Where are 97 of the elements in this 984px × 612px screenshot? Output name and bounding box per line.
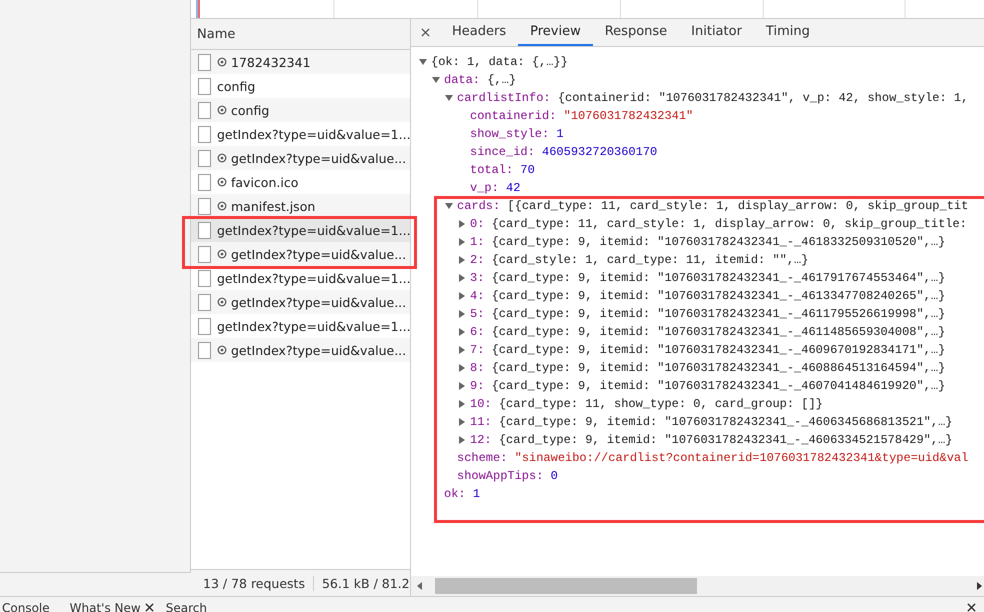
collapsed-icon[interactable] xyxy=(458,400,466,408)
request-row[interactable]: getIndex?type=uid&value=1... xyxy=(191,122,410,146)
request-name: getIndex?type=uid&value=1... xyxy=(217,222,411,238)
tab[interactable]: Timing xyxy=(754,19,822,46)
collapsed-icon[interactable] xyxy=(458,238,466,246)
tree-value: showAppTips: 0 xyxy=(457,469,558,483)
file-icon xyxy=(198,246,211,262)
file-icon xyxy=(198,126,211,142)
tab[interactable]: Initiator xyxy=(679,19,754,46)
file-icon xyxy=(198,318,211,334)
tab[interactable]: Preview xyxy=(518,19,593,46)
collapsed-icon[interactable] xyxy=(458,328,466,336)
file-icon xyxy=(198,270,211,286)
request-name: getIndex?type=uid&value=1... xyxy=(217,126,411,142)
tree-value: show_style: 1 xyxy=(470,127,564,141)
request-name: getIndex?type=uid&value=1... xyxy=(217,318,411,334)
scrollbar-thumb[interactable] xyxy=(435,578,697,594)
drawer-tab[interactable]: Console xyxy=(0,600,60,612)
collapsed-icon[interactable] xyxy=(458,220,466,228)
request-name: getIndex?type=uid&value... xyxy=(231,294,406,310)
tree-node[interactable]: 9: {card_type: 9, itemid: "1076031782432341_-_4607041484619920",…} xyxy=(470,379,946,393)
request-row[interactable]: getIndex?type=uid&value=1... xyxy=(191,218,410,242)
file-icon xyxy=(198,102,211,118)
tree-value: ok: 1 xyxy=(444,487,480,501)
request-row[interactable]: config xyxy=(191,98,410,122)
file-icon xyxy=(198,150,211,166)
tree-node[interactable]: 8: {card_type: 9, itemid: "1076031782432341_-_4608864513164594",…} xyxy=(470,361,946,375)
tree-node[interactable]: 10: {card_type: 11, show_type: 0, card_group: []} xyxy=(470,397,823,411)
request-name: getIndex?type=uid&value=1... xyxy=(217,270,411,286)
tree-node[interactable]: 5: {card_type: 9, itemid: "1076031782432341_-_4611795526619998",…} xyxy=(470,307,946,321)
tab[interactable]: Headers xyxy=(440,19,518,46)
column-header[interactable]: Name xyxy=(197,26,236,42)
tree-node[interactable]: 12: {card_type: 9, itemid: "1076031782432341_-_4606334521578429",…} xyxy=(470,433,952,447)
file-icon xyxy=(198,54,211,70)
collapsed-icon[interactable] xyxy=(458,292,466,300)
tree-value: since_id: 4605932720360170 xyxy=(470,145,658,159)
request-name: favicon.ico xyxy=(231,174,298,190)
collapsed-icon[interactable] xyxy=(458,310,466,318)
request-name: config xyxy=(217,78,256,94)
request-name: getIndex?type=uid&value... xyxy=(231,150,406,166)
tree-node[interactable]: {ok: 1, data: {,…}} xyxy=(431,55,568,69)
tree-value: containerid: "1076031782432341" xyxy=(470,109,694,123)
close-icon[interactable] xyxy=(144,603,154,612)
request-row[interactable]: 1782432341 xyxy=(191,50,410,74)
collapsed-icon[interactable] xyxy=(458,382,466,390)
tree-node[interactable]: 2: {card_style: 1, card_type: 11, itemid: "",…} xyxy=(470,253,808,267)
request-row[interactable]: getIndex?type=uid&value... xyxy=(191,338,410,362)
file-icon xyxy=(198,342,211,358)
request-name: 1782432341 xyxy=(231,54,311,70)
file-icon xyxy=(198,78,211,94)
file-icon xyxy=(198,294,211,310)
tree-node[interactable]: 7: {card_type: 9, itemid: "1076031782432341_-_4609670192834171",…} xyxy=(470,343,946,357)
tree-node[interactable]: 1: {card_type: 9, itemid: "1076031782432341_-_4618332509310520",…} xyxy=(470,235,946,249)
tree-node[interactable]: 6: {card_type: 9, itemid: "1076031782432341_-_4611485659304008",…} xyxy=(470,325,946,339)
tree-value: scheme: "sinaweibo://cardlist?containerid=1076031782432341&type=uid&val xyxy=(457,451,968,465)
collapsed-icon[interactable] xyxy=(458,436,466,444)
request-row[interactable]: getIndex?type=uid&value... xyxy=(191,242,410,266)
file-icon xyxy=(198,222,211,238)
tree-node[interactable]: 3: {card_type: 9, itemid: "1076031782432341_-_4617917674553464",…} xyxy=(470,271,946,285)
request-row[interactable]: getIndex?type=uid&value=1... xyxy=(191,314,410,338)
expanded-icon[interactable] xyxy=(445,202,453,210)
tree-value: total: 70 xyxy=(470,163,535,177)
request-name: manifest.json xyxy=(231,198,316,214)
request-row[interactable]: getIndex?type=uid&value... xyxy=(191,290,410,314)
tree-node[interactable]: 11: {card_type: 9, itemid: "1076031782432341_-_4606345686813521",…} xyxy=(470,415,952,429)
request-row[interactable]: getIndex?type=uid&value=1... xyxy=(191,266,410,290)
tree-node[interactable]: 0: {card_type: 11, card_style: 1, display_arrow: 0, skip_group_title: xyxy=(470,217,967,231)
request-name: getIndex?type=uid&value... xyxy=(231,342,406,358)
drawer-tab[interactable]: What's New xyxy=(60,600,164,612)
collapsed-icon[interactable] xyxy=(458,256,466,264)
close-icon[interactable] xyxy=(421,28,430,37)
file-icon xyxy=(198,174,211,190)
request-row[interactable]: config xyxy=(191,74,410,98)
tree-node[interactable]: data: {,…} xyxy=(444,73,516,87)
expanded-icon[interactable] xyxy=(445,94,453,102)
close-icon[interactable] xyxy=(967,603,976,612)
request-row[interactable]: manifest.json xyxy=(191,194,410,218)
scroll-right-icon[interactable] xyxy=(976,582,982,590)
expanded-icon[interactable] xyxy=(432,76,440,84)
status-text: 13 / 78 requests xyxy=(202,576,306,590)
tab[interactable]: Response xyxy=(592,19,680,46)
scroll-left-icon[interactable] xyxy=(417,582,423,590)
request-row[interactable]: getIndex?type=uid&value... xyxy=(191,146,410,170)
request-name: config xyxy=(231,102,270,118)
file-icon xyxy=(198,198,211,214)
tree-node[interactable]: cardlistInfo: {containerid: "1076031782432341", v_p: 42, show_style: 1, xyxy=(457,91,968,105)
tree-node[interactable]: cards: [{card_type: 11, card_style: 1, display_arrow: 0, skip_group_tit xyxy=(457,199,968,213)
collapsed-icon[interactable] xyxy=(458,274,466,282)
request-name: getIndex?type=uid&value... xyxy=(231,246,406,262)
request-row[interactable]: favicon.ico xyxy=(191,170,410,194)
tree-node[interactable]: 4: {card_type: 9, itemid: "1076031782432341_-_4613347708240265",…} xyxy=(470,289,946,303)
collapsed-icon[interactable] xyxy=(458,418,466,426)
drawer-tab[interactable]: Search xyxy=(164,600,217,612)
tree-value: v_p: 42 xyxy=(470,181,520,195)
collapsed-icon[interactable] xyxy=(458,364,466,372)
expanded-icon[interactable] xyxy=(419,58,427,66)
collapsed-icon[interactable] xyxy=(458,346,466,354)
